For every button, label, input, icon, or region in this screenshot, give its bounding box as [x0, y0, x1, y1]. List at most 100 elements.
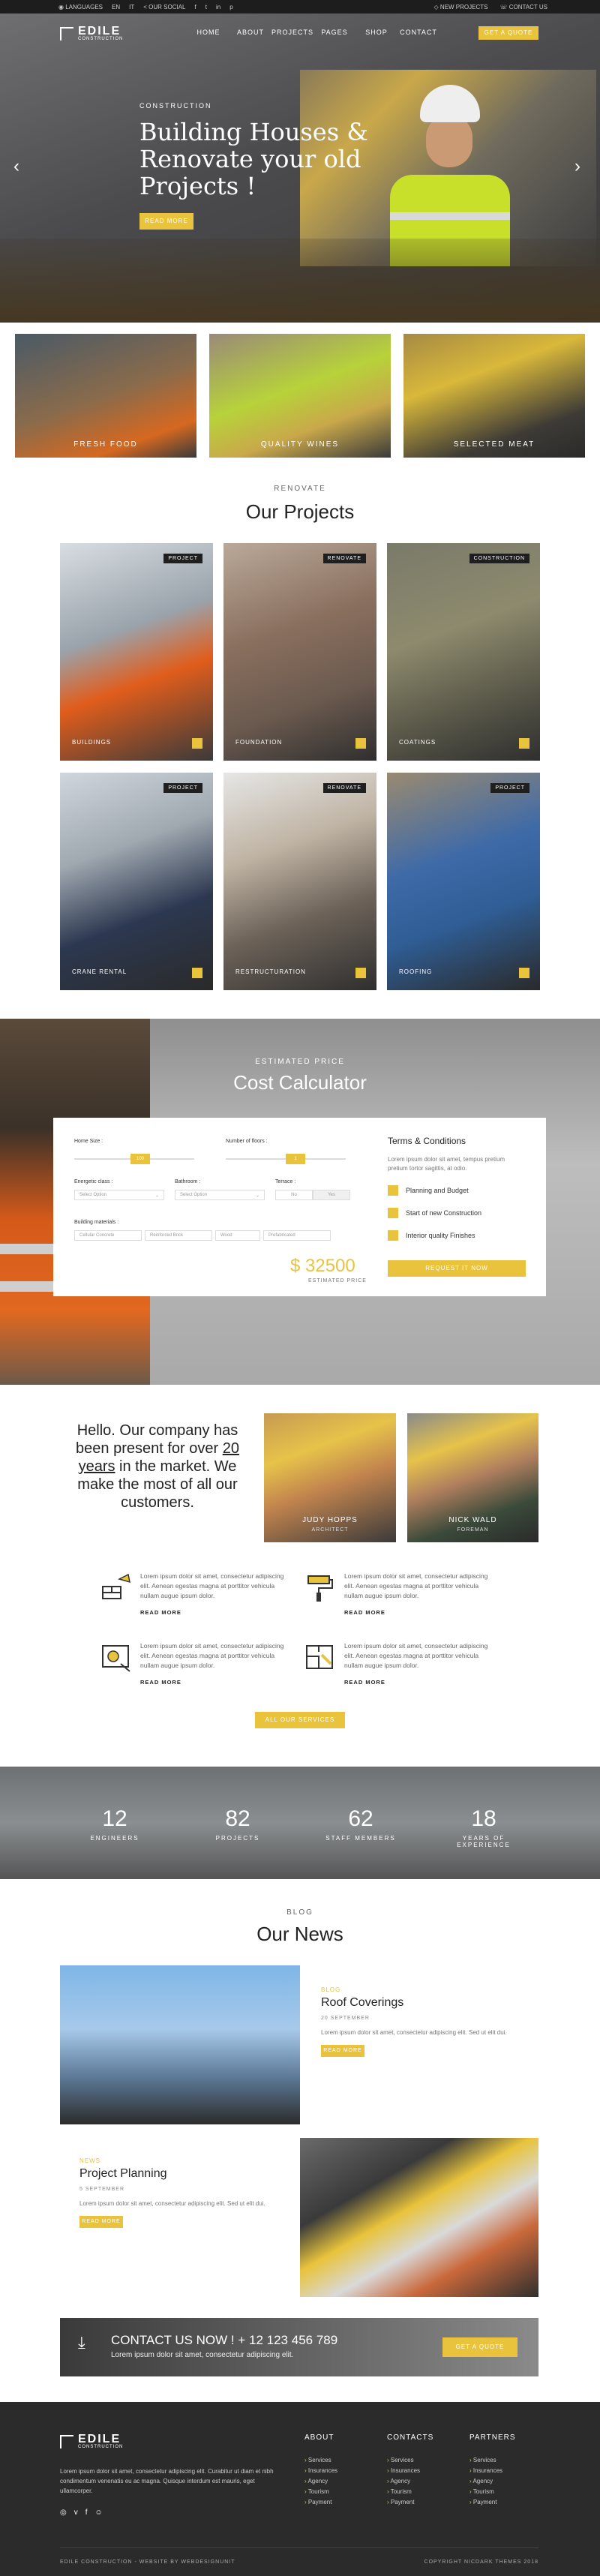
lang-en-link[interactable]: EN	[112, 4, 120, 11]
footer-link[interactable]: Insurances	[470, 2467, 516, 2474]
material-option[interactable]: Prefabricated	[263, 1230, 331, 1241]
service-read-more-link[interactable]: READ MORE	[344, 1679, 386, 1686]
contact-label: CONTACT US	[508, 4, 548, 11]
project-card[interactable]: RENOVATE FOUNDATION	[224, 543, 376, 761]
globe-icon: ◉	[58, 4, 64, 11]
service-read-more-link[interactable]: READ MORE	[140, 1609, 182, 1616]
nav-shop[interactable]: SHOP	[356, 29, 398, 36]
copyright-left: EDILE CONSTRUCTION - WEBSITE BY WEBDESIG…	[60, 2559, 236, 2565]
project-link-icon[interactable]	[356, 738, 366, 749]
footer-link[interactable]: Tourism	[387, 2488, 434, 2495]
home-size-slider[interactable]: 100	[74, 1154, 194, 1164]
footer-link[interactable]: Insurances	[304, 2467, 338, 2474]
bathroom-select[interactable]: Select Option ⌄	[175, 1190, 265, 1200]
instagram-icon[interactable]: ◎	[60, 2508, 67, 2517]
project-card[interactable]: PROJECT CRANE RENTAL	[60, 773, 213, 990]
snapchat-icon[interactable]: ☺	[95, 2508, 103, 2517]
news-item: NEWS Project Planning 5 SEPTEMBER Lorem …	[80, 2157, 282, 2228]
linkedin-icon[interactable]: in	[216, 4, 220, 11]
project-card[interactable]: RENOVATE RESTRUCTURATION	[224, 773, 376, 990]
news-image[interactable]	[60, 1965, 300, 2124]
facebook-icon[interactable]: f	[86, 2508, 88, 2517]
project-card[interactable]: CONSTRUCTION COATINGS	[387, 543, 540, 761]
service-read-more-link[interactable]: READ MORE	[140, 1679, 182, 1686]
news-item: BLOG Roof Coverings 20 SEPTEMBER Lorem i…	[321, 1986, 538, 2057]
news-item-title[interactable]: Roof Coverings	[321, 1996, 538, 2010]
project-tag: CONSTRUCTION	[469, 554, 530, 563]
team-member-card[interactable]: NICK WALD FOREMAN	[407, 1413, 538, 1542]
news-read-more-button[interactable]: READ MORE	[321, 2045, 364, 2057]
category-card[interactable]: SELECTED MEAT	[404, 334, 585, 458]
team-member-card[interactable]: JUDY HOPPS ARCHITECT	[264, 1413, 396, 1542]
checkbox-finishes[interactable]	[388, 1230, 398, 1241]
checkbox-construction[interactable]	[388, 1208, 398, 1218]
stat-label: ENGINEERS	[90, 1835, 140, 1842]
logo[interactable]: EDILE CONSTRUCTION	[60, 26, 123, 41]
nav-pages[interactable]: PAGES	[314, 29, 356, 36]
news-read-more-button[interactable]: READ MORE	[80, 2216, 123, 2228]
hero-eyebrow: CONSTRUCTION	[140, 102, 212, 110]
slider-prev-icon[interactable]: ‹	[14, 156, 20, 177]
hero-slider: EDILE CONSTRUCTION HOME ABOUT PROJECTS P…	[0, 14, 600, 323]
project-link-icon[interactable]	[519, 968, 530, 978]
footer-link[interactable]: Services	[387, 2457, 434, 2463]
news-image[interactable]	[300, 2138, 538, 2297]
footer-link[interactable]: Services	[470, 2457, 516, 2463]
category-card[interactable]: FRESH FOOD	[15, 334, 196, 458]
nav-projects[interactable]: PROJECTS	[272, 29, 314, 36]
pinterest-icon[interactable]: p	[230, 4, 232, 11]
footer-link[interactable]: Payment	[304, 2499, 338, 2505]
new-projects-link[interactable]: ◇ NEW PROJECTS	[434, 4, 488, 11]
footer-link[interactable]: Agency	[304, 2478, 338, 2484]
language-menu[interactable]: ◉ LANGUAGES	[58, 4, 103, 11]
material-option[interactable]: Reinforced Brick	[145, 1230, 212, 1241]
energy-select[interactable]: Select Option ⌄	[74, 1190, 164, 1200]
energy-label: Energetic class :	[74, 1179, 113, 1184]
project-link-icon[interactable]	[192, 968, 202, 978]
floors-slider[interactable]: 1	[226, 1154, 346, 1164]
footer-link[interactable]: Agency	[470, 2478, 516, 2484]
terrace-no-option[interactable]: No	[275, 1190, 313, 1200]
footer-logo[interactable]: EDILE CONSTRUCTION	[60, 2433, 123, 2449]
project-link-icon[interactable]	[519, 738, 530, 749]
get-quote-button[interactable]: GET A QUOTE	[478, 26, 538, 40]
cta-text: Lorem ipsum dolor sit amet, consectetur …	[111, 2351, 294, 2359]
terrace-yes-option[interactable]: Yes	[313, 1190, 350, 1200]
footer-link[interactable]: Tourism	[470, 2488, 516, 2495]
floors-handle[interactable]: 1	[286, 1154, 305, 1164]
contact-link[interactable]: ☏ CONTACT US	[500, 4, 548, 11]
twitter-icon[interactable]: t	[206, 4, 207, 11]
news-header: BLOG Our News	[0, 1908, 600, 1946]
material-option[interactable]: Wood	[215, 1230, 260, 1241]
all-services-button[interactable]: ALL OUR SERVICES	[255, 1712, 345, 1728]
team-member-name: NICK WALD	[448, 1516, 497, 1524]
footer-link[interactable]: Agency	[387, 2478, 434, 2484]
category-card[interactable]: QUALITY WINES	[209, 334, 391, 458]
project-card[interactable]: PROJECT BUILDINGS	[60, 543, 213, 761]
footer-link[interactable]: Insurances	[387, 2467, 434, 2474]
cta-quote-button[interactable]: GET A QUOTE	[442, 2337, 518, 2357]
material-option[interactable]: Cellular Concrete	[74, 1230, 142, 1241]
news-item-title[interactable]: Project Planning	[80, 2167, 282, 2181]
hero-read-more-button[interactable]: READ MORE	[140, 213, 194, 230]
lang-it-link[interactable]: IT	[129, 4, 134, 11]
project-link-icon[interactable]	[356, 968, 366, 978]
footer-link[interactable]: Services	[304, 2457, 338, 2463]
home-size-handle[interactable]: 100	[130, 1154, 150, 1164]
footer-link[interactable]: Payment	[470, 2499, 516, 2505]
slider-next-icon[interactable]: ›	[574, 156, 580, 177]
footer-link[interactable]: Tourism	[304, 2488, 338, 2495]
project-link-icon[interactable]	[192, 738, 202, 749]
request-button[interactable]: REQUEST IT NOW	[388, 1260, 526, 1277]
checkbox-planning[interactable]	[388, 1185, 398, 1196]
nav-about[interactable]: ABOUT	[230, 29, 272, 36]
vimeo-icon[interactable]: v	[74, 2508, 78, 2517]
nav-home[interactable]: HOME	[188, 29, 230, 36]
nav-contact[interactable]: CONTACT	[398, 29, 440, 36]
service-read-more-link[interactable]: READ MORE	[344, 1609, 386, 1616]
service-text: Lorem ipsum dolor sit amet, consectetur …	[344, 1642, 488, 1669]
footer-link[interactable]: Payment	[387, 2499, 434, 2505]
facebook-icon[interactable]: f	[195, 4, 196, 11]
service-text: Lorem ipsum dolor sit amet, consectetur …	[344, 1572, 488, 1599]
project-card[interactable]: PROJECT ROOFING	[387, 773, 540, 990]
